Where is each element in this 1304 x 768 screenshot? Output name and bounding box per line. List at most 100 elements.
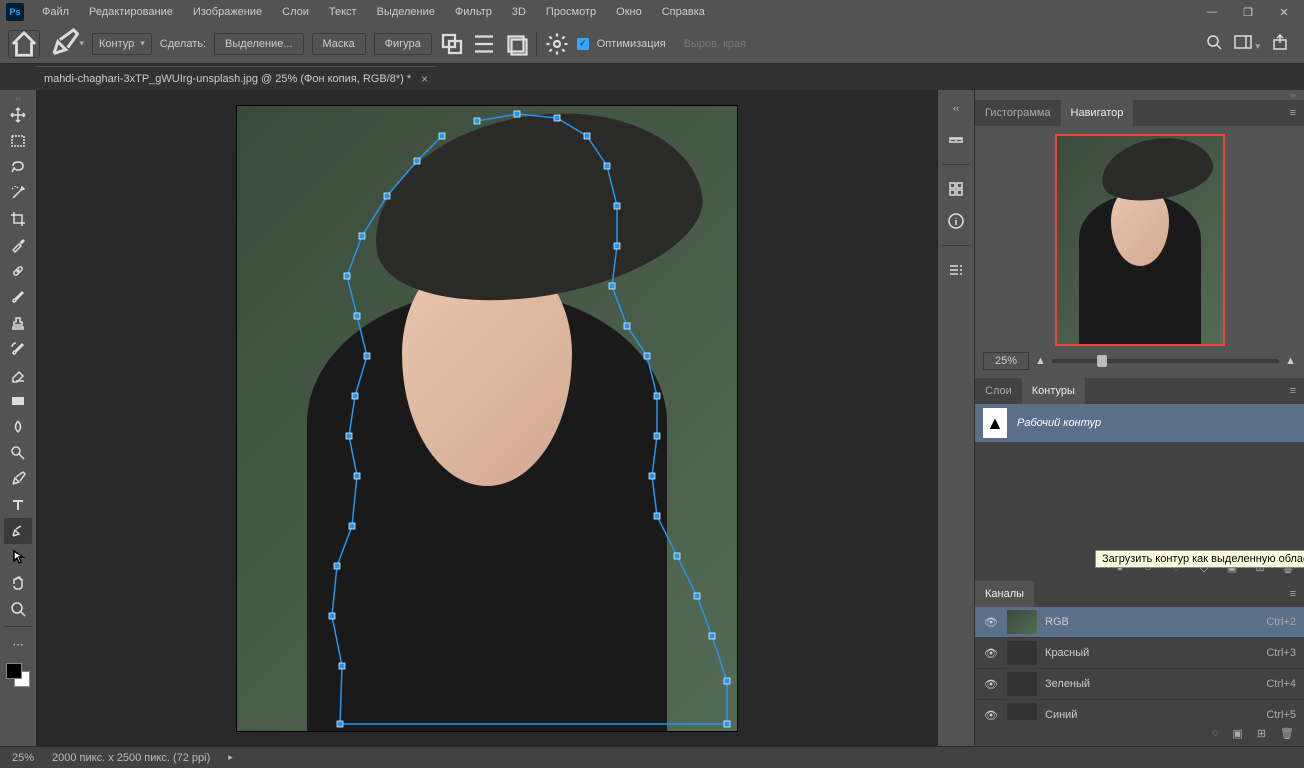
move-tool[interactable] xyxy=(4,102,32,128)
close-icon[interactable]: ✕ xyxy=(1278,6,1290,19)
pen-tool[interactable] xyxy=(4,466,32,492)
home-button[interactable] xyxy=(8,30,40,58)
brush-tool[interactable] xyxy=(4,284,32,310)
healing-tool[interactable] xyxy=(4,258,32,284)
path-align-icon[interactable] xyxy=(472,32,496,56)
glyphs-panel-icon[interactable] xyxy=(944,177,968,201)
tab-navigator[interactable]: Навигатор xyxy=(1061,100,1134,126)
navigator-zoom-slider[interactable] xyxy=(1052,359,1279,363)
visibility-icon[interactable]: 👁 xyxy=(983,647,999,660)
workspace-picker-icon[interactable]: ▾ xyxy=(1234,35,1260,52)
status-zoom[interactable]: 25% xyxy=(12,752,34,764)
new-channel-icon[interactable]: ⊞ xyxy=(1257,727,1266,740)
strip-expand-icon[interactable]: ‹‹ xyxy=(944,96,968,120)
gear-icon[interactable] xyxy=(545,32,569,56)
path-selection-tool[interactable] xyxy=(4,518,32,544)
tab-close-icon[interactable]: × xyxy=(421,72,428,86)
menu-image[interactable]: Изображение xyxy=(183,0,272,24)
visibility-icon[interactable]: 👁 xyxy=(983,709,999,721)
load-channel-selection-icon[interactable]: ◌ xyxy=(1212,727,1219,739)
path-operations-icon[interactable] xyxy=(440,32,464,56)
marquee-tool[interactable] xyxy=(4,128,32,154)
maximize-icon[interactable]: ❐ xyxy=(1242,6,1254,19)
optimize-checkbox[interactable]: ✓ xyxy=(577,38,589,50)
zoom-in-icon[interactable]: ▲ xyxy=(1285,355,1296,367)
zoom-tool[interactable] xyxy=(4,596,32,622)
visibility-icon[interactable]: 👁 xyxy=(983,616,999,629)
navigator-menu-icon[interactable]: ≡ xyxy=(1282,107,1304,119)
paths-panel: ▲ Рабочий контур xyxy=(975,404,1304,554)
document-tab[interactable]: mahdi-chaghari-3xTP_gWUIrg-unsplash.jpg … xyxy=(36,66,436,90)
properties-panel-icon[interactable] xyxy=(944,258,968,282)
eyedropper-tool[interactable] xyxy=(4,232,32,258)
minimize-icon[interactable]: — xyxy=(1206,6,1218,19)
gradient-tool[interactable] xyxy=(4,388,32,414)
make-selection-button[interactable]: Выделение... xyxy=(214,33,303,55)
document-canvas[interactable] xyxy=(237,106,737,731)
visibility-icon[interactable]: 👁 xyxy=(983,678,999,691)
path-name: Рабочий контур xyxy=(1017,417,1101,429)
tool-mode-combo[interactable]: Контур xyxy=(92,33,152,55)
menu-3d[interactable]: 3D xyxy=(502,0,536,24)
channel-row-зеленый[interactable]: 👁 Зеленый Ctrl+4 xyxy=(975,669,1304,700)
hand-tool[interactable] xyxy=(4,570,32,596)
channel-name: Синий xyxy=(1045,709,1077,720)
magic-wand-tool[interactable] xyxy=(4,180,32,206)
tab-layers[interactable]: Слои xyxy=(975,378,1022,404)
menu-text[interactable]: Текст xyxy=(319,0,367,24)
history-brush-tool[interactable] xyxy=(4,336,32,362)
channel-row-красный[interactable]: 👁 Красный Ctrl+3 xyxy=(975,638,1304,669)
tab-channels[interactable]: Каналы xyxy=(975,581,1034,607)
canvas-area[interactable] xyxy=(36,90,938,746)
panels: ›› Гистограмма Навигатор ≡ 25% ▲ ▲ Слои … xyxy=(974,90,1304,746)
type-tool[interactable] xyxy=(4,492,32,518)
tab-paths[interactable]: Контуры xyxy=(1022,378,1085,404)
toolbar-handle[interactable]: ›› xyxy=(2,94,34,102)
save-selection-icon[interactable]: ▣ xyxy=(1232,727,1242,740)
channel-thumb xyxy=(1007,672,1037,696)
channels-menu-icon[interactable]: ≡ xyxy=(1282,588,1304,600)
menu-filter[interactable]: Фильтр xyxy=(445,0,502,24)
menu-file[interactable]: Файл xyxy=(32,0,79,24)
zoom-out-icon[interactable]: ▲ xyxy=(1035,355,1046,367)
crop-tool[interactable] xyxy=(4,206,32,232)
navigator-zoom-value[interactable]: 25% xyxy=(983,352,1029,370)
search-icon[interactable] xyxy=(1206,34,1222,53)
menu-select[interactable]: Выделение xyxy=(367,0,445,24)
channel-shortcut: Ctrl+2 xyxy=(1266,616,1296,628)
menu-layers[interactable]: Слои xyxy=(272,0,319,24)
delete-channel-icon[interactable]: 🗑 xyxy=(1280,727,1294,740)
navigator-preview[interactable] xyxy=(1055,134,1225,346)
status-dims[interactable]: 2000 пикс. x 2500 пикс. (72 ppi) xyxy=(52,752,210,764)
path-arrange-icon[interactable] xyxy=(504,32,528,56)
make-mask-button[interactable]: Маска xyxy=(312,33,366,55)
edit-toolbar-icon[interactable]: ⋯ xyxy=(4,631,32,657)
panel-collapse-icon[interactable]: ›› xyxy=(975,90,1304,100)
channel-row-rgb[interactable]: 👁 RGB Ctrl+2 xyxy=(975,607,1304,638)
tab-histogram[interactable]: Гистограмма xyxy=(975,100,1061,126)
blur-tool[interactable] xyxy=(4,414,32,440)
channel-row-синий[interactable]: 👁 Синий Ctrl+5 xyxy=(975,700,1304,720)
stamp-tool[interactable] xyxy=(4,310,32,336)
menu-view[interactable]: Просмотр xyxy=(536,0,606,24)
menu-window[interactable]: Окно xyxy=(606,0,652,24)
paths-menu-icon[interactable]: ≡ xyxy=(1282,385,1304,397)
menu-help[interactable]: Справка xyxy=(652,0,715,24)
channel-shortcut: Ctrl+3 xyxy=(1266,647,1296,659)
lasso-tool[interactable] xyxy=(4,154,32,180)
direct-selection-tool[interactable] xyxy=(4,544,32,570)
pen-tool-preset[interactable]: ▾ xyxy=(48,30,84,58)
menu-edit[interactable]: Редактирование xyxy=(79,0,183,24)
info-panel-icon[interactable] xyxy=(944,209,968,233)
app-logo: Ps xyxy=(6,3,24,21)
share-icon[interactable] xyxy=(1272,34,1288,53)
foreground-color[interactable] xyxy=(6,663,22,679)
make-shape-button[interactable]: Фигура xyxy=(374,33,432,55)
tab-title: mahdi-chaghari-3xTP_gWUIrg-unsplash.jpg … xyxy=(44,73,411,85)
align-edge-disabled: Выров. края xyxy=(684,38,746,50)
eraser-tool[interactable] xyxy=(4,362,32,388)
dodge-tool[interactable] xyxy=(4,440,32,466)
path-item-working[interactable]: ▲ Рабочий контур xyxy=(975,404,1304,442)
color-swatch[interactable] xyxy=(6,663,30,687)
measure-panel-icon[interactable] xyxy=(944,128,968,152)
